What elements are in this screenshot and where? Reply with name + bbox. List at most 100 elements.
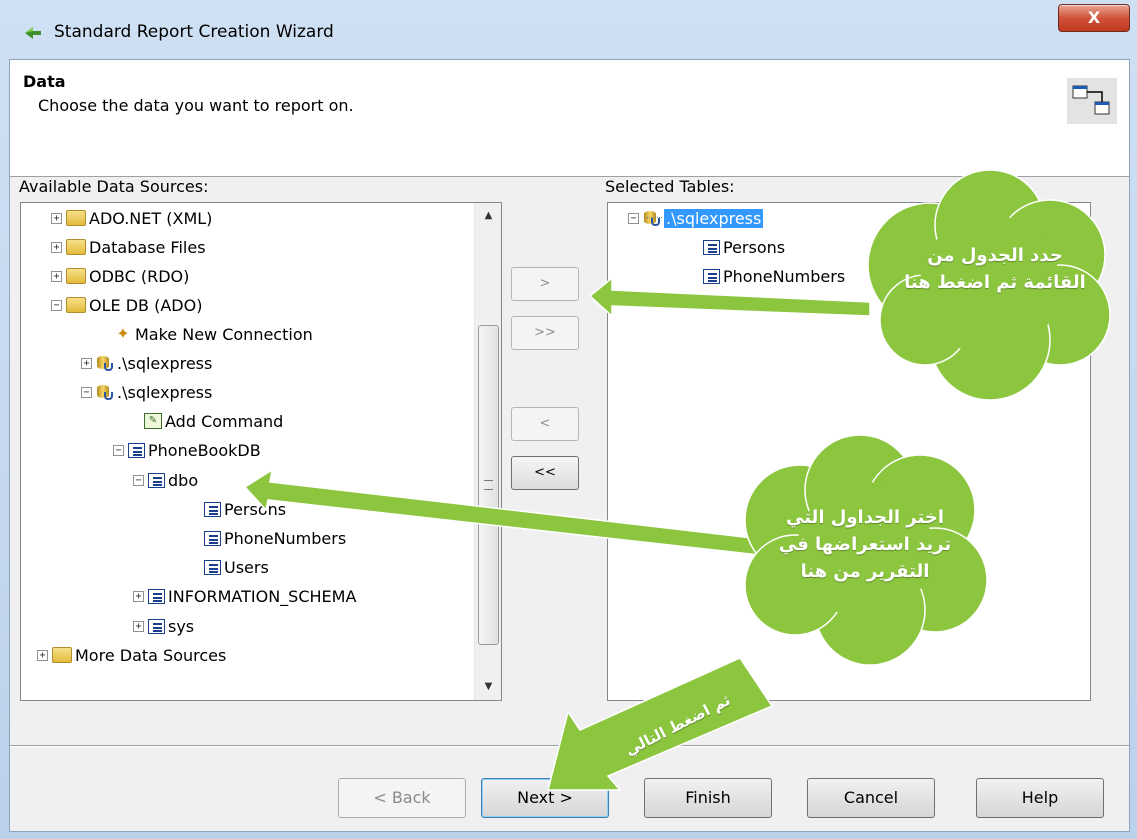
add-all-tables-button[interactable]: >>: [511, 316, 579, 350]
footer-divider-highlight: [10, 746, 1129, 747]
table-icon: [148, 588, 165, 604]
tree-node-label: .\sqlexpress: [117, 382, 213, 402]
collapse-icon[interactable]: −: [113, 444, 124, 456]
command-icon: ✎: [144, 413, 162, 429]
expand-icon[interactable]: +: [81, 357, 92, 369]
table-icon: [148, 618, 165, 634]
collapse-icon[interactable]: −: [81, 386, 92, 398]
finish-button[interactable]: Finish: [644, 778, 772, 818]
wand-icon: ✦: [116, 324, 130, 343]
tree-node[interactable]: − PhoneBookDB: [113, 437, 261, 463]
tree-node[interactable]: PhoneNumbers: [688, 263, 845, 289]
wizard-client-area: Data Choose the data you want to report …: [9, 59, 1130, 832]
tree-node-label: Persons: [723, 237, 786, 257]
tree-node-label: OLE DB (ADO): [89, 295, 203, 315]
expand-icon[interactable]: +: [37, 649, 48, 661]
folder-icon: [66, 268, 86, 284]
tree-node-label: More Data Sources: [75, 645, 227, 665]
scroll-up-arrow-icon[interactable]: ▲: [475, 203, 501, 229]
database-icon: [643, 209, 661, 227]
tree-node[interactable]: ✦ Make New Connection: [99, 321, 313, 347]
database-icon: [96, 354, 114, 372]
add-table-button[interactable]: >: [511, 267, 579, 301]
table-icon: [703, 268, 720, 284]
remove-table-button[interactable]: <: [511, 407, 579, 441]
expand-icon[interactable]: +: [51, 212, 62, 224]
wizard-window: Standard Report Creation Wizard X Data C…: [0, 0, 1137, 839]
available-sources-label: Available Data Sources:: [19, 177, 209, 196]
top-annotation-text: حدد الجدول من القائمة ثم اضغط هنا: [904, 245, 1086, 293]
tree-node-label: ODBC (RDO): [89, 266, 190, 286]
table-icon: [703, 239, 720, 255]
tree-node-label: Make New Connection: [135, 324, 313, 344]
tree-node-label: ADO.NET (XML): [89, 208, 213, 228]
tree-node[interactable]: Persons: [189, 496, 286, 522]
folder-icon: [52, 647, 72, 663]
grip-icon: [484, 480, 493, 490]
vertical-scrollbar[interactable]: ▲ ▼: [474, 203, 501, 700]
collapse-icon[interactable]: −: [51, 299, 62, 311]
tree-node[interactable]: ✎ Add Command: [129, 408, 283, 434]
selected-tables-label: Selected Tables:: [605, 177, 735, 196]
table-icon: [128, 442, 145, 458]
tree-node[interactable]: PhoneNumbers: [189, 525, 346, 551]
collapse-icon[interactable]: −: [628, 212, 639, 224]
title-bar: Standard Report Creation Wizard X: [0, 0, 1137, 60]
expand-icon[interactable]: +: [51, 270, 62, 282]
help-button[interactable]: Help: [976, 778, 1104, 818]
tree-node-label: sys: [168, 616, 195, 636]
tree-node[interactable]: + ADO.NET (XML): [51, 205, 212, 231]
database-icon: [96, 383, 114, 401]
expand-icon[interactable]: +: [133, 620, 144, 632]
folder-icon: [66, 210, 86, 226]
tree-node[interactable]: − dbo: [133, 467, 198, 493]
tree-node-label: dbo: [168, 470, 199, 490]
tree-node[interactable]: − .\sqlexpress: [628, 205, 764, 231]
tree-node[interactable]: Persons: [688, 234, 785, 260]
data-link-icon: [1067, 78, 1117, 124]
wizard-header: Data Choose the data you want to report …: [10, 60, 1129, 177]
back-button[interactable]: < Back: [338, 778, 466, 818]
tree-node[interactable]: + More Data Sources: [37, 642, 226, 668]
tree-node-label: PhoneNumbers: [723, 266, 846, 286]
page-title: Data: [23, 72, 66, 91]
tree-node[interactable]: + sys: [133, 613, 194, 639]
close-button[interactable]: X: [1058, 4, 1130, 32]
expand-icon[interactable]: +: [51, 241, 62, 253]
tree-node[interactable]: + .\sqlexpress: [81, 350, 212, 376]
expand-icon[interactable]: +: [133, 590, 144, 602]
wizard-app-icon: [25, 27, 41, 39]
tree-node[interactable]: + INFORMATION_SCHEMA: [133, 583, 356, 609]
folder-icon: [66, 239, 86, 255]
available-sources-tree[interactable]: + ADO.NET (XML) + Database Files + ODBC (RDO)…: [20, 202, 502, 701]
tree-node-label: .\sqlexpress: [117, 353, 213, 373]
table-icon: [204, 530, 221, 546]
tree-node-label: PhoneBookDB: [148, 440, 261, 460]
tree-node[interactable]: − OLE DB (ADO): [51, 292, 202, 318]
remove-all-tables-button[interactable]: <<: [511, 456, 579, 490]
table-icon: [148, 472, 165, 488]
table-icon: [204, 559, 221, 575]
tree-node-label: Persons: [224, 499, 287, 519]
tree-node-label: PhoneNumbers: [224, 528, 347, 548]
next-button[interactable]: Next >: [481, 778, 609, 818]
tree-node-label: Add Command: [165, 411, 284, 431]
table-icon: [204, 501, 221, 517]
page-subtitle: Choose the data you want to report on.: [38, 96, 354, 115]
collapse-icon[interactable]: −: [133, 474, 144, 486]
tree-node-label: Database Files: [89, 237, 206, 257]
tree-node-label: Users: [224, 557, 269, 577]
cancel-button[interactable]: Cancel: [807, 778, 935, 818]
tree-node-label: .\sqlexpress: [664, 208, 764, 228]
scrollbar-thumb[interactable]: [478, 325, 499, 645]
tree-node-label: INFORMATION_SCHEMA: [168, 586, 357, 606]
tree-node[interactable]: + Database Files: [51, 234, 206, 260]
tree-node[interactable]: + ODBC (RDO): [51, 263, 189, 289]
tree-node[interactable]: Users: [189, 554, 269, 580]
scroll-down-arrow-icon[interactable]: ▼: [475, 674, 501, 700]
window-title: Standard Report Creation Wizard: [54, 22, 334, 42]
tree-node[interactable]: − .\sqlexpress: [81, 379, 212, 405]
folder-icon: [66, 297, 86, 313]
middle-annotation-text: اختر الجداول التي تريد استعراضها في التق…: [778, 507, 952, 582]
tree-connector: [646, 217, 662, 218]
